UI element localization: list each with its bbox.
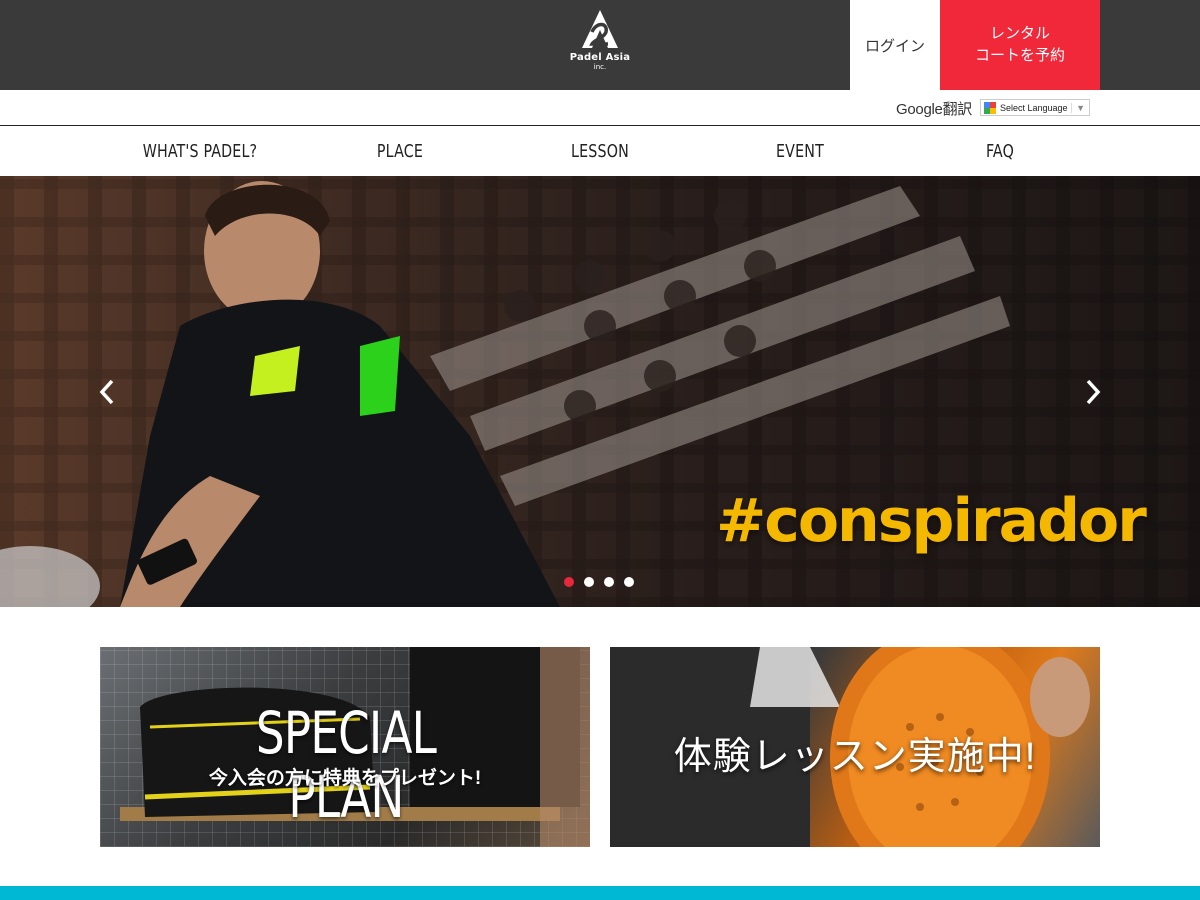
language-select-label: Select Language — [1000, 102, 1068, 113]
google-translate-label: Google翻訳 — [896, 101, 972, 118]
rental-label-line1: レンタル — [989, 25, 1050, 42]
google-translate-icon — [984, 101, 996, 114]
nav-item-lesson[interactable]: LESSON — [512, 126, 688, 176]
slider-dot-4[interactable] — [624, 577, 634, 587]
padel-asia-logo-icon — [582, 10, 618, 48]
nav-item-whats-padel[interactable]: WHAT'S PADEL? — [112, 126, 288, 176]
trial-lesson-text: 体験レッスン実施中! — [673, 736, 1037, 778]
hero-caption: #conspirador — [716, 486, 1147, 556]
slider-dot-1[interactable] — [564, 577, 574, 587]
special-plan-banner[interactable]: SPECIAL PLAN 今入会の方に特典をプレゼント! — [100, 647, 590, 847]
login-label: ログイン — [864, 37, 925, 55]
logo-name: Padel Asia — [569, 52, 631, 63]
slider-prev-button[interactable] — [92, 372, 122, 412]
main-nav: WHAT'S PADEL? PLACE LESSON EVENT FAQ — [0, 126, 1200, 176]
chevron-right-icon — [1086, 379, 1101, 405]
rental-court-reservation-button[interactable]: レンタル コートを予約 — [940, 0, 1100, 90]
chevron-left-icon — [99, 379, 114, 405]
slider-dot-3[interactable] — [604, 577, 614, 587]
login-button[interactable]: ログイン — [850, 0, 940, 90]
hero-slider: #conspirador — [0, 176, 1200, 607]
translate-bar: Google翻訳 Select Language ▼ — [0, 90, 1200, 126]
nav-item-place[interactable]: PLACE — [312, 126, 488, 176]
chevron-down-icon: ▼ — [1071, 102, 1089, 113]
nav-item-faq[interactable]: FAQ — [912, 126, 1088, 176]
rental-label-line2: コートを予約 — [974, 47, 1065, 64]
footer-strip — [0, 886, 1200, 900]
slider-pagination — [564, 577, 634, 587]
nav-item-event[interactable]: EVENT — [712, 126, 888, 176]
slider-next-button[interactable] — [1078, 372, 1108, 412]
language-select[interactable]: Select Language ▼ — [980, 99, 1090, 116]
trial-lesson-banner[interactable]: 体験レッスン実施中! — [610, 647, 1100, 847]
logo-sub: inc. — [593, 63, 607, 71]
site-logo[interactable]: Padel Asia inc. — [562, 8, 638, 78]
special-plan-subtitle: 今入会の方に特典をプレゼント! — [208, 768, 482, 789]
site-header: Padel Asia inc. ログイン レンタル コートを予約 — [0, 0, 1200, 90]
slider-dot-2[interactable] — [584, 577, 594, 587]
